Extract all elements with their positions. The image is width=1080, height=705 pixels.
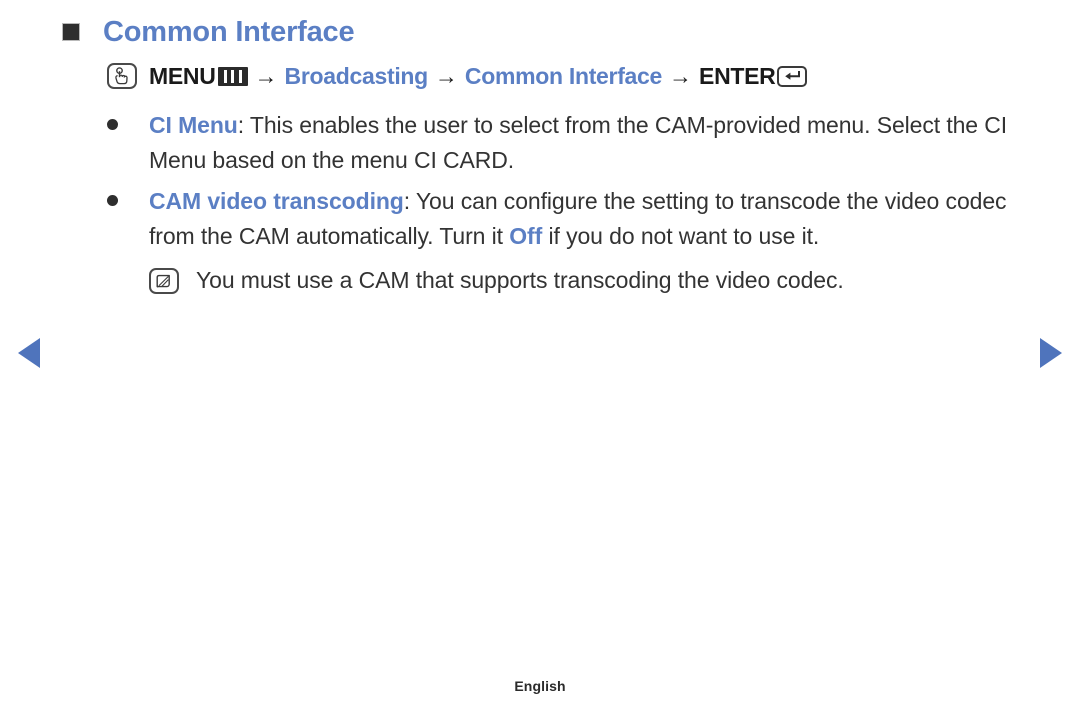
path-step-common-interface: Common Interface	[464, 62, 663, 89]
footer-language: English	[514, 678, 566, 694]
bullet-body-ci-menu: : This enables the user to select from t…	[149, 112, 1008, 173]
bullet-text-cam-transcoding: CAM video transcoding: You can configure…	[149, 184, 1037, 254]
menu-label: MENU	[149, 62, 216, 89]
path-separator-2: →	[434, 62, 458, 89]
page-title-row: Common Interface	[62, 14, 355, 50]
bullet-text-ci-menu: CI Menu: This enables the user to select…	[149, 108, 1037, 178]
value-off: Off	[509, 223, 543, 249]
hand-press-icon	[107, 63, 137, 89]
enter-label: ENTER	[699, 62, 776, 89]
term-ci-menu: CI Menu	[149, 112, 238, 138]
note-text: You must use a CAM that supports transco…	[196, 267, 844, 293]
path-separator-1: →	[254, 62, 278, 89]
note-pencil-icon	[149, 268, 179, 294]
bullet-dot-icon	[107, 119, 118, 130]
page-title: Common Interface	[103, 15, 355, 48]
menu-path-breadcrumb: MENU → Broadcasting → Common Interface →…	[107, 60, 808, 92]
filled-square-icon	[62, 23, 80, 41]
path-separator-3: →	[669, 62, 693, 89]
enter-key-icon	[777, 65, 808, 87]
path-step-broadcasting: Broadcasting	[284, 62, 429, 89]
triangle-right-icon[interactable]	[1040, 338, 1062, 368]
bullet-dot-icon	[107, 195, 118, 206]
triangle-left-icon[interactable]	[18, 338, 40, 368]
menu-button-icon	[217, 66, 248, 86]
body-content: CI Menu: This enables the user to select…	[107, 108, 1037, 298]
term-cam-video-transcoding: CAM video transcoding	[149, 188, 404, 214]
list-item: CI Menu: This enables the user to select…	[107, 108, 1037, 178]
bullet-body-part2: if you do not want to use it.	[542, 223, 820, 249]
list-item: CAM video transcoding: You can configure…	[107, 184, 1037, 254]
note-row: You must use a CAM that supports transco…	[149, 263, 1037, 298]
